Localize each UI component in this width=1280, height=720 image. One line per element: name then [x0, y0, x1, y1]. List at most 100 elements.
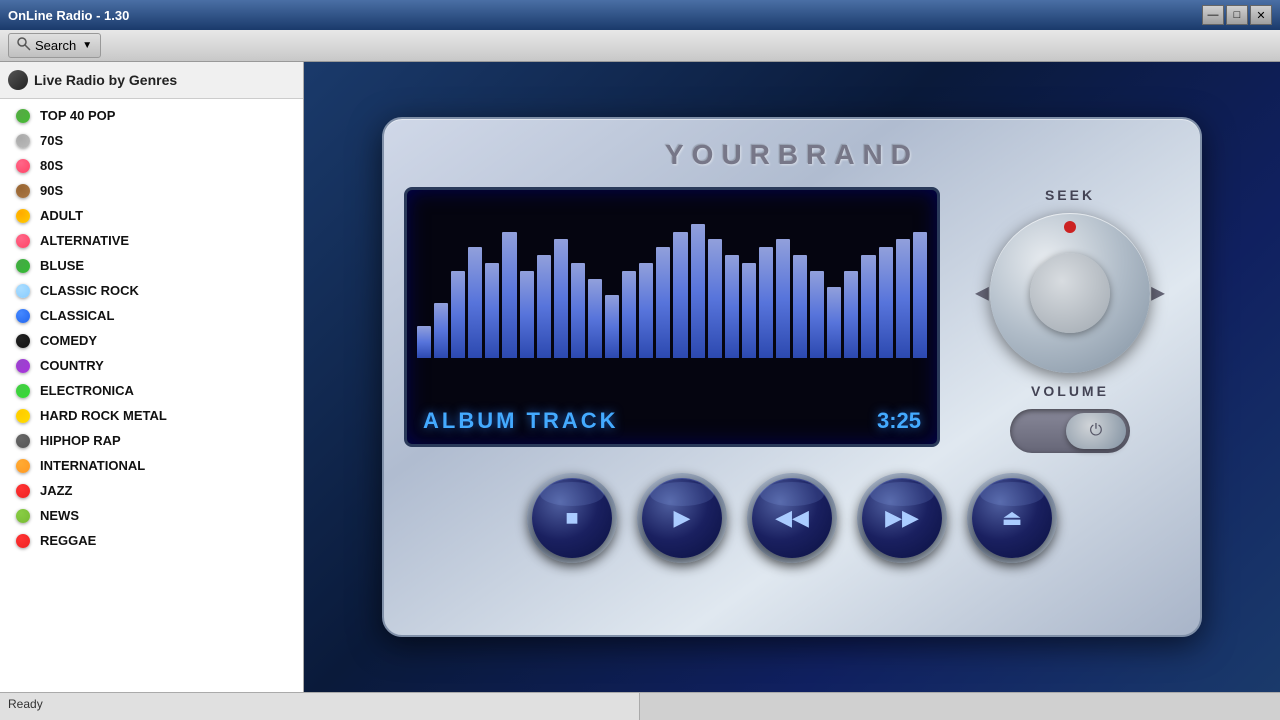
genre-item[interactable]: JAZZ	[0, 478, 303, 503]
genre-label: BLUSE	[40, 258, 84, 273]
eject-button[interactable]: ⏏	[972, 478, 1052, 558]
eq-bar	[571, 263, 585, 358]
panel-icon	[8, 70, 28, 90]
genre-label: ADULT	[40, 208, 83, 223]
close-button[interactable]: ✕	[1250, 5, 1272, 25]
play-btn-outer: ▶	[637, 473, 727, 563]
toolbar: Search ▼	[0, 30, 1280, 62]
genre-item[interactable]: ELECTRONICA	[0, 378, 303, 403]
genre-item[interactable]: COMEDY	[0, 328, 303, 353]
genre-dot	[16, 309, 30, 323]
genre-dot	[16, 484, 30, 498]
search-button[interactable]: Search ▼	[8, 33, 101, 58]
search-label: Search	[35, 38, 76, 53]
controls-right: SEEK ◀ ▶ VOLUME ⏻	[960, 187, 1180, 453]
eq-bar	[520, 271, 534, 358]
eq-bar	[639, 263, 653, 358]
eq-bar	[451, 271, 465, 358]
genre-label: 90S	[40, 183, 63, 198]
genre-label: 80S	[40, 158, 63, 173]
genre-list-container: TOP 40 POP 70S 80S 90S ADULT ALTERNATIVE BLUSE…	[0, 99, 303, 692]
eq-bar	[605, 295, 619, 358]
genre-dot	[16, 359, 30, 373]
genre-item[interactable]: 80S	[0, 153, 303, 178]
genre-item[interactable]: ALTERNATIVE	[0, 228, 303, 253]
power-icon: ⏻	[1090, 422, 1103, 440]
genre-item[interactable]: BLUSE	[0, 253, 303, 278]
genre-item[interactable]: HARD ROCK METAL	[0, 403, 303, 428]
genre-list[interactable]: TOP 40 POP 70S 80S 90S ADULT ALTERNATIVE BLUSE…	[0, 99, 303, 692]
genre-item[interactable]: REGGAE	[0, 528, 303, 553]
eq-bar	[708, 239, 722, 357]
genre-label: HIPHOP RAP	[40, 433, 121, 448]
genre-item[interactable]: ADULT	[0, 203, 303, 228]
eq-bar	[588, 279, 602, 358]
search-icon	[17, 37, 31, 54]
eq-bar	[793, 255, 807, 358]
genre-dot	[16, 259, 30, 273]
power-switch-thumb: ⏻	[1066, 413, 1126, 449]
genre-label: 70S	[40, 133, 63, 148]
seek-knob-container: ◀ ▶	[990, 213, 1150, 373]
seek-label: SEEK	[1045, 187, 1095, 203]
genre-dot	[16, 209, 30, 223]
genre-item[interactable]: INTERNATIONAL	[0, 453, 303, 478]
stop-button[interactable]: ■	[532, 478, 612, 558]
genre-label: ELECTRONICA	[40, 383, 134, 398]
eq-bar	[810, 271, 824, 358]
genre-label: NEWS	[40, 508, 79, 523]
left-panel: Live Radio by Genres TOP 40 POP 70S 80S 90S…	[0, 62, 304, 692]
next-button[interactable]: ▶▶	[862, 478, 942, 558]
genre-item[interactable]: COUNTRY	[0, 353, 303, 378]
radio-player: YOURBRAND ALBUM TRACK 3:25 SEEK	[382, 117, 1202, 637]
genre-dot	[16, 234, 30, 248]
maximize-button[interactable]: □	[1226, 5, 1248, 25]
knob-indicator-dot	[1064, 221, 1076, 233]
eq-bar	[879, 247, 893, 357]
seek-knob[interactable]	[990, 213, 1150, 373]
eq-bar	[742, 263, 756, 358]
genre-dot	[16, 109, 30, 123]
genre-item[interactable]: CLASSIC ROCK	[0, 278, 303, 303]
minimize-button[interactable]: —	[1202, 5, 1224, 25]
eq-bar	[622, 271, 636, 358]
eject-btn-outer: ⏏	[967, 473, 1057, 563]
track-name: ALBUM TRACK	[423, 408, 619, 434]
track-info: ALBUM TRACK 3:25	[407, 408, 937, 434]
genre-label: COMEDY	[40, 333, 97, 348]
genre-item[interactable]: 90S	[0, 178, 303, 203]
equalizer	[407, 190, 937, 368]
genre-item[interactable]: HIPHOP RAP	[0, 428, 303, 453]
window-controls: — □ ✕	[1202, 5, 1272, 25]
knob-center	[1030, 253, 1110, 333]
status-bar: Ready	[0, 692, 1280, 720]
power-switch[interactable]: ⏻	[1010, 409, 1130, 453]
genre-item[interactable]: 70S	[0, 128, 303, 153]
genre-item[interactable]: CLASSICAL	[0, 303, 303, 328]
panel-header: Live Radio by Genres	[0, 62, 303, 99]
eq-bar	[673, 232, 687, 358]
eq-bar	[827, 287, 841, 358]
seek-right-arrow-icon: ▶	[1151, 283, 1165, 304]
search-dropdown-icon[interactable]: ▼	[82, 40, 92, 51]
eq-bar	[844, 271, 858, 358]
volume-label: VOLUME	[1031, 383, 1109, 399]
genre-dot	[16, 334, 30, 348]
play-button[interactable]: ▶	[642, 478, 722, 558]
prev-button[interactable]: ◀◀	[752, 478, 832, 558]
genre-item[interactable]: NEWS	[0, 503, 303, 528]
genre-label: ALTERNATIVE	[40, 233, 129, 248]
eq-bar	[861, 255, 875, 358]
genre-dot	[16, 434, 30, 448]
genre-dot	[16, 284, 30, 298]
main-layout: Live Radio by Genres TOP 40 POP 70S 80S 90S…	[0, 62, 1280, 692]
genre-dot	[16, 409, 30, 423]
genre-label: INTERNATIONAL	[40, 458, 145, 473]
genre-dot	[16, 534, 30, 548]
genre-dot	[16, 384, 30, 398]
prev-btn-outer: ◀◀	[747, 473, 837, 563]
genre-dot	[16, 159, 30, 173]
player-main: ALBUM TRACK 3:25 SEEK ◀ ▶	[404, 187, 1180, 453]
next-btn-outer: ▶▶	[857, 473, 947, 563]
genre-item[interactable]: TOP 40 POP	[0, 103, 303, 128]
